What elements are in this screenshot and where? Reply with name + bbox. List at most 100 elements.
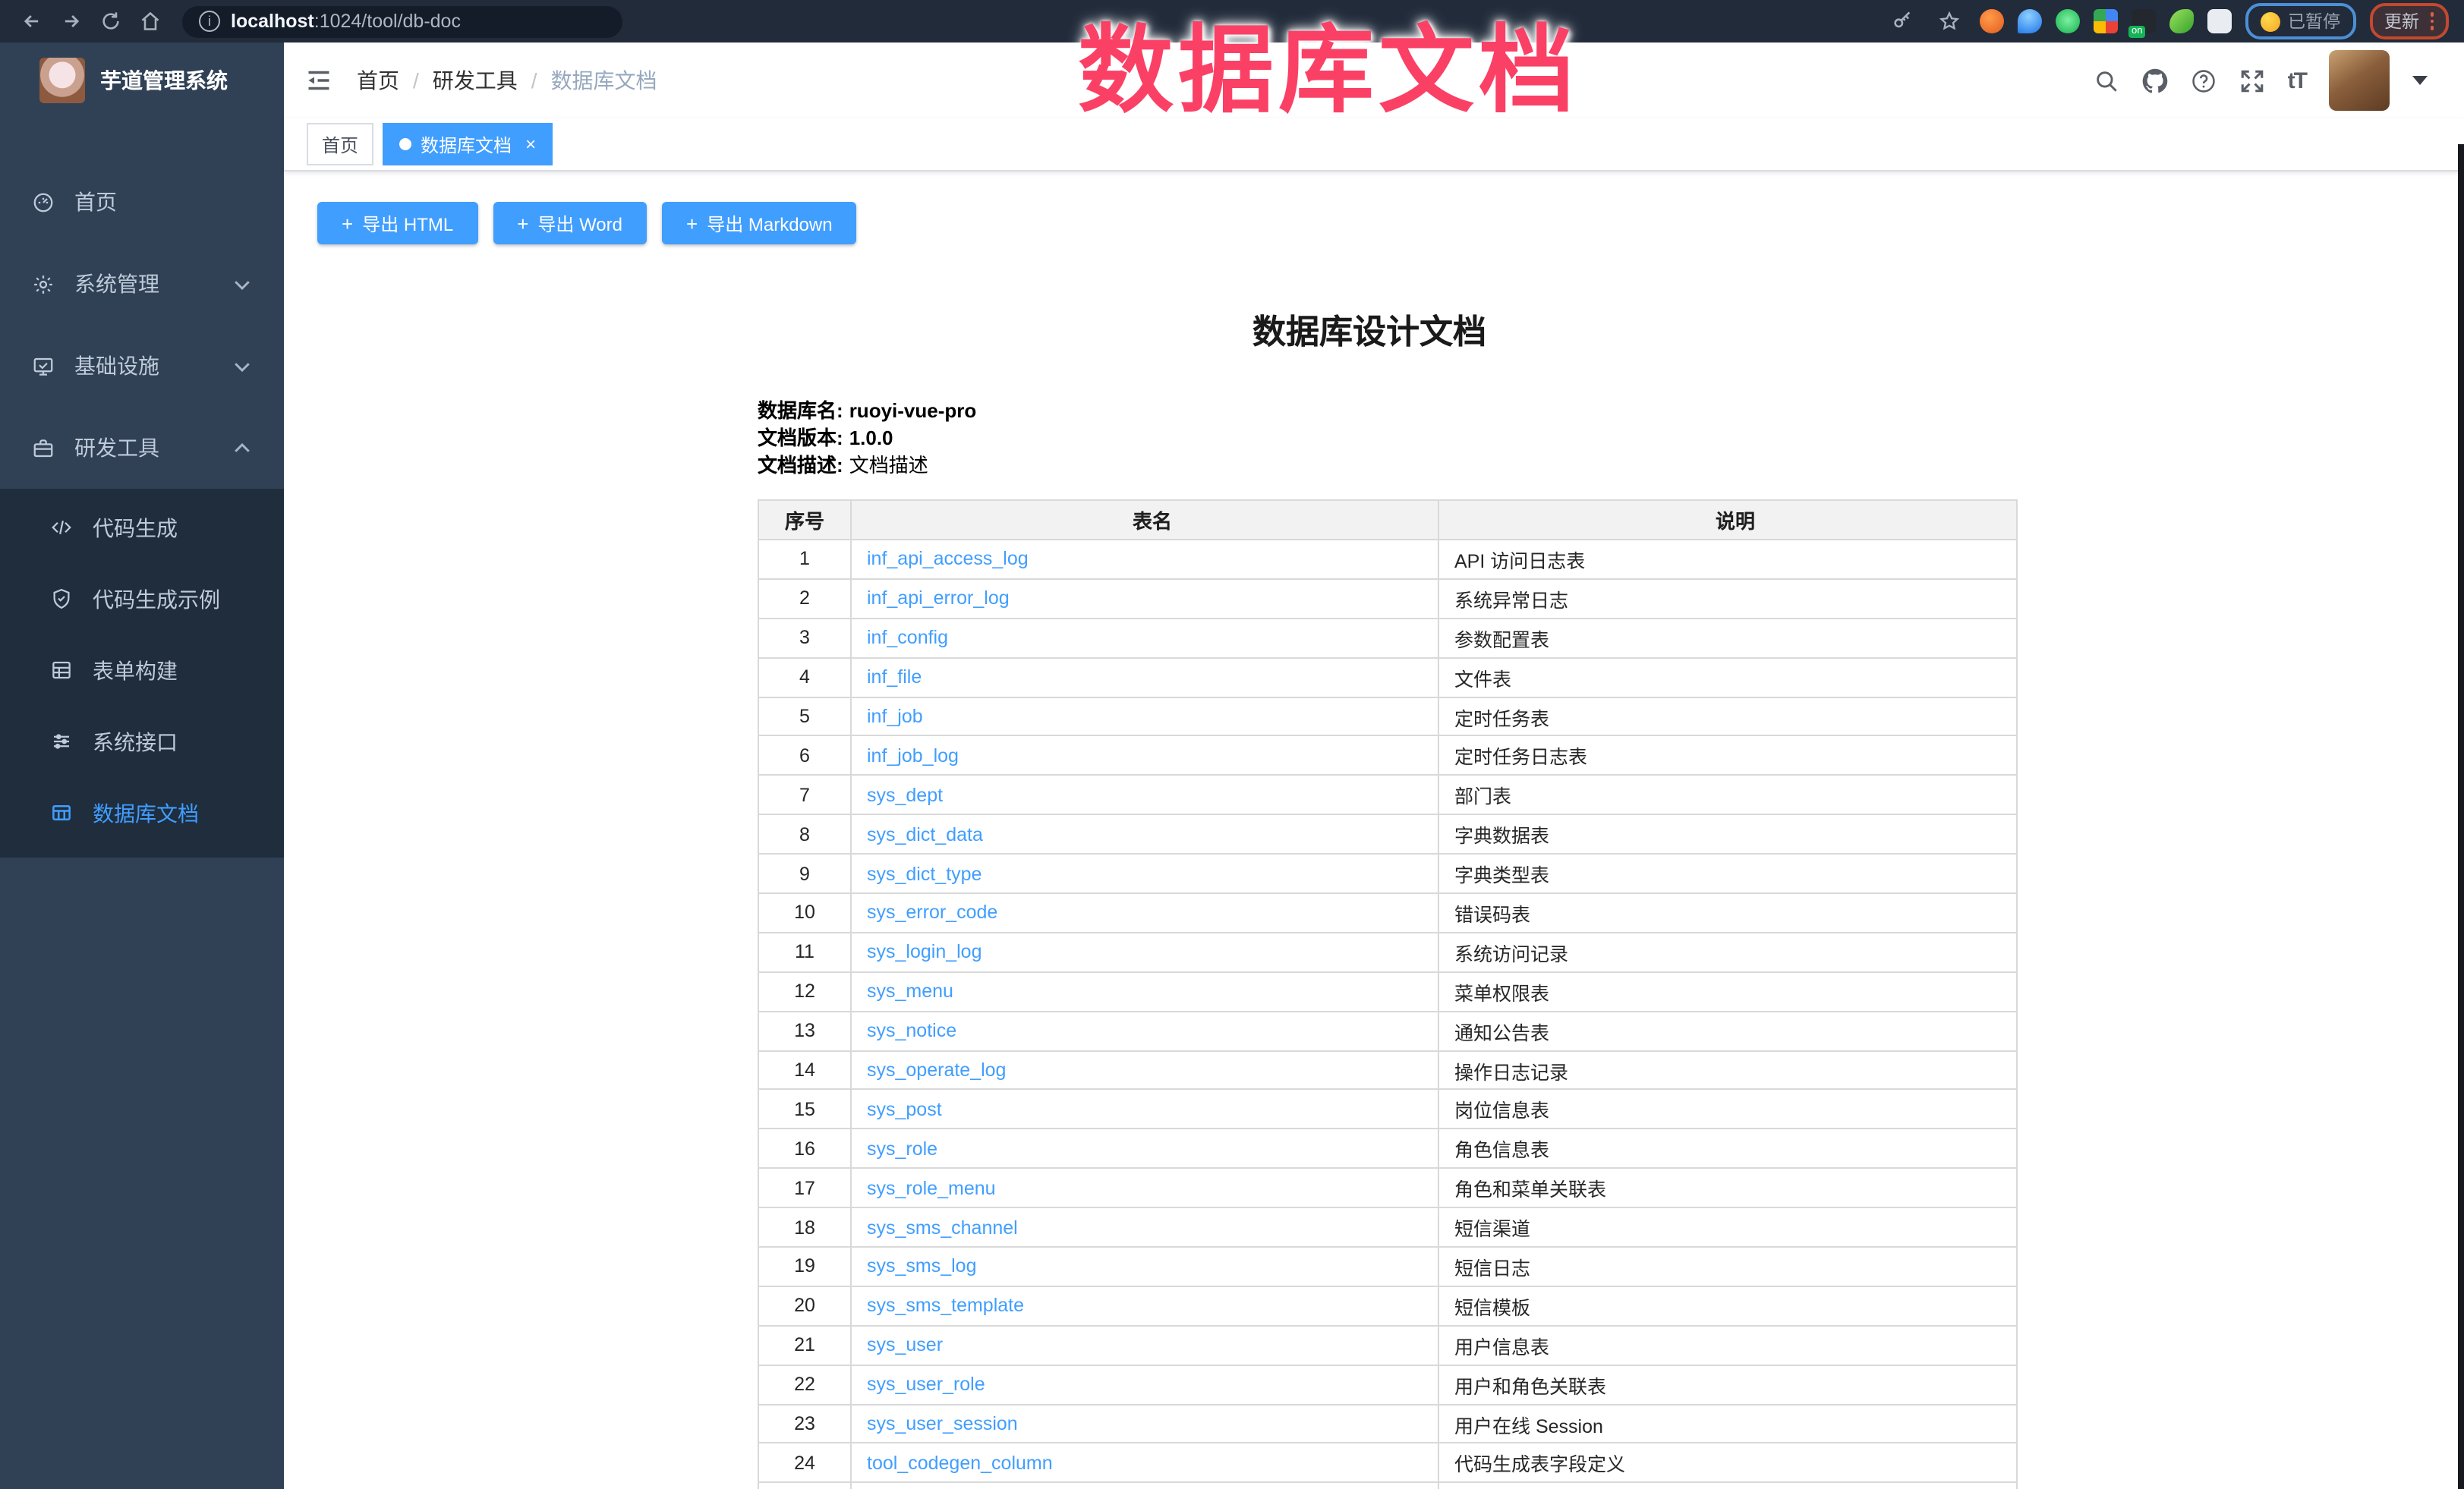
plus-icon: + — [517, 212, 528, 235]
sidebar-item-form-builder[interactable]: 表单构建 — [0, 634, 284, 706]
password-key-icon[interactable] — [1886, 5, 1919, 38]
sidebar-item-code-generation[interactable]: 代码生成 — [0, 492, 284, 563]
tag-home[interactable]: 首页 — [307, 123, 373, 165]
sidebar-item-home[interactable]: 首页 — [0, 161, 284, 243]
table-row: 20 sys_sms_template 短信模板 — [758, 1286, 2017, 1326]
export-html-button[interactable]: + 导出 HTML — [317, 202, 477, 244]
sidebar-item-infrastructure[interactable]: 基础设施 — [0, 325, 284, 407]
fullscreen-icon[interactable] — [2239, 68, 2265, 93]
export-markdown-button[interactable]: + 导出 Markdown — [662, 202, 857, 244]
table-name-link[interactable]: sys_post — [867, 1099, 942, 1120]
sidebar-item-system-api[interactable]: 系统接口 — [0, 706, 284, 777]
breadcrumb: 首页 / 研发工具 / 数据库文档 — [357, 65, 657, 96]
table-row: 22 sys_user_role 用户和角色关联表 — [758, 1365, 2017, 1404]
doc-meta-description: 文档描述:文档描述 — [758, 452, 1981, 480]
app-frame: 芋道管理系统 首页 系统管理 基础设施 — [0, 42, 2464, 1489]
table-name-link[interactable]: tool_codegen_column — [867, 1453, 1053, 1474]
tag-db-doc-active[interactable]: 数据库文档 × — [383, 123, 553, 165]
browser-back-button[interactable] — [15, 5, 49, 38]
avatar-caret-down-icon[interactable] — [2412, 76, 2428, 85]
github-icon[interactable] — [2142, 68, 2168, 93]
table-row: 7 sys_dept 部门表 — [758, 776, 2017, 815]
browser-forward-button[interactable] — [55, 5, 88, 38]
table-name-link[interactable]: sys_dict_type — [867, 863, 982, 884]
row-index: 10 — [758, 893, 851, 933]
row-description: 系统访问记录 — [1438, 933, 2017, 972]
sidebar-item-system-management[interactable]: 系统管理 — [0, 243, 284, 325]
row-description: 短信日志 — [1438, 1247, 2017, 1286]
table-name-link[interactable]: sys_user_role — [867, 1374, 985, 1395]
table-name-link[interactable]: sys_sms_template — [867, 1295, 1024, 1317]
screenshot-root: i localhost:1024/tool/db-doc on 已暂停 — [0, 0, 2464, 1489]
browser-update-button[interactable]: 更新 — [2369, 3, 2449, 39]
row-index: 24 — [758, 1443, 851, 1483]
font-size-icon[interactable]: tT — [2288, 68, 2306, 93]
table-name-link[interactable]: inf_file — [867, 666, 922, 688]
browser-reload-button[interactable] — [94, 5, 128, 38]
table-name-link[interactable]: sys_user_session — [867, 1413, 1018, 1434]
table-name-link[interactable]: sys_menu — [867, 981, 953, 1002]
row-description: 用户在线 Session — [1438, 1404, 2017, 1443]
doc-meta: 数据库名:ruoyi-vue-pro 文档版本:1.0.0 文档描述:文档描述 — [758, 398, 1981, 480]
browser-menu-icon[interactable] — [2430, 13, 2434, 30]
user-avatar[interactable] — [2329, 50, 2390, 111]
browser-home-button[interactable] — [134, 5, 167, 38]
sidebar-collapse-icon[interactable] — [305, 67, 332, 94]
row-description: 部门表 — [1438, 776, 2017, 815]
table-name-link[interactable]: sys_user — [867, 1335, 943, 1356]
extension-icon-dark-on[interactable]: on — [2132, 9, 2156, 33]
tags-view-bar: 首页 数据库文档 × — [284, 118, 2464, 172]
extension-icon-green-leaf[interactable] — [2169, 9, 2194, 33]
table-name-link[interactable]: sys_error_code — [867, 902, 997, 924]
bookmark-star-icon[interactable] — [1933, 5, 1966, 38]
dashboard-icon — [32, 190, 55, 213]
table-name-link[interactable]: sys_dict_data — [867, 823, 983, 845]
table-name-link[interactable]: inf_config — [867, 627, 948, 648]
doc-title: 数据库设计文档 — [758, 305, 1981, 354]
table-name-link[interactable]: sys_operate_log — [867, 1059, 1006, 1081]
table-name-link[interactable]: sys_sms_channel — [867, 1217, 1018, 1238]
search-icon[interactable] — [2094, 68, 2119, 93]
site-info-icon[interactable]: i — [199, 11, 220, 32]
row-description: API 访问日志表 — [1438, 540, 2017, 579]
table-name-link[interactable]: sys_role_menu — [867, 1177, 996, 1198]
extension-icon-color-grid[interactable] — [2094, 9, 2118, 33]
row-index: 7 — [758, 776, 851, 815]
extension-icon-green-check[interactable] — [2056, 9, 2080, 33]
table-name-link[interactable]: sys_login_log — [867, 942, 982, 963]
table-name-link[interactable]: inf_job_log — [867, 745, 959, 767]
table-row: 2 inf_api_error_log 系统异常日志 — [758, 579, 2017, 619]
table-name-link[interactable]: inf_api_error_log — [867, 588, 1010, 609]
url-text[interactable]: localhost:1024/tool/db-doc — [231, 11, 461, 32]
extension-icon-orange[interactable] — [1980, 9, 2004, 33]
address-bar[interactable]: i localhost:1024/tool/db-doc — [182, 5, 622, 37]
table-name-link[interactable]: sys_dept — [867, 785, 943, 806]
extension-icon-blue-drop[interactable] — [2018, 9, 2042, 33]
column-header-index: 序号 — [758, 500, 851, 540]
profile-paused-chip[interactable]: 已暂停 — [2245, 3, 2355, 39]
export-word-button[interactable]: + 导出 Word — [493, 202, 647, 244]
breadcrumb-home[interactable]: 首页 — [357, 65, 399, 96]
help-icon[interactable] — [2191, 68, 2217, 93]
table-name-link[interactable]: sys_sms_log — [867, 1256, 977, 1277]
sidebar-item-codegen-example[interactable]: 代码生成示例 — [0, 563, 284, 634]
table-name-link[interactable]: sys_notice — [867, 1020, 956, 1041]
table-name-link[interactable]: inf_job — [867, 706, 923, 727]
plus-icon: + — [342, 212, 353, 235]
row-index: 18 — [758, 1207, 851, 1247]
sidebar-item-dev-tools[interactable]: 研发工具 — [0, 407, 284, 489]
page-scrollbar[interactable] — [2458, 144, 2464, 1489]
row-description: 定时任务表 — [1438, 697, 2017, 736]
table-name-link[interactable]: inf_api_access_log — [867, 549, 1029, 570]
table-row: 9 sys_dict_type 字典类型表 — [758, 854, 2017, 893]
breadcrumb-dev-tools[interactable]: 研发工具 — [433, 65, 518, 96]
table-header-row: 序号 表名 说明 — [758, 500, 2017, 540]
extension-puzzle-icon[interactable] — [2207, 9, 2232, 33]
app-logo-row[interactable]: 芋道管理系统 — [0, 42, 284, 118]
table-name-link[interactable]: sys_role — [867, 1138, 937, 1160]
profile-emoji-icon — [2261, 11, 2280, 31]
chevron-up-icon — [231, 436, 254, 459]
sidebar-item-db-doc[interactable]: 数据库文档 — [0, 777, 284, 848]
tag-close-icon[interactable]: × — [525, 135, 536, 153]
row-index: 20 — [758, 1286, 851, 1326]
